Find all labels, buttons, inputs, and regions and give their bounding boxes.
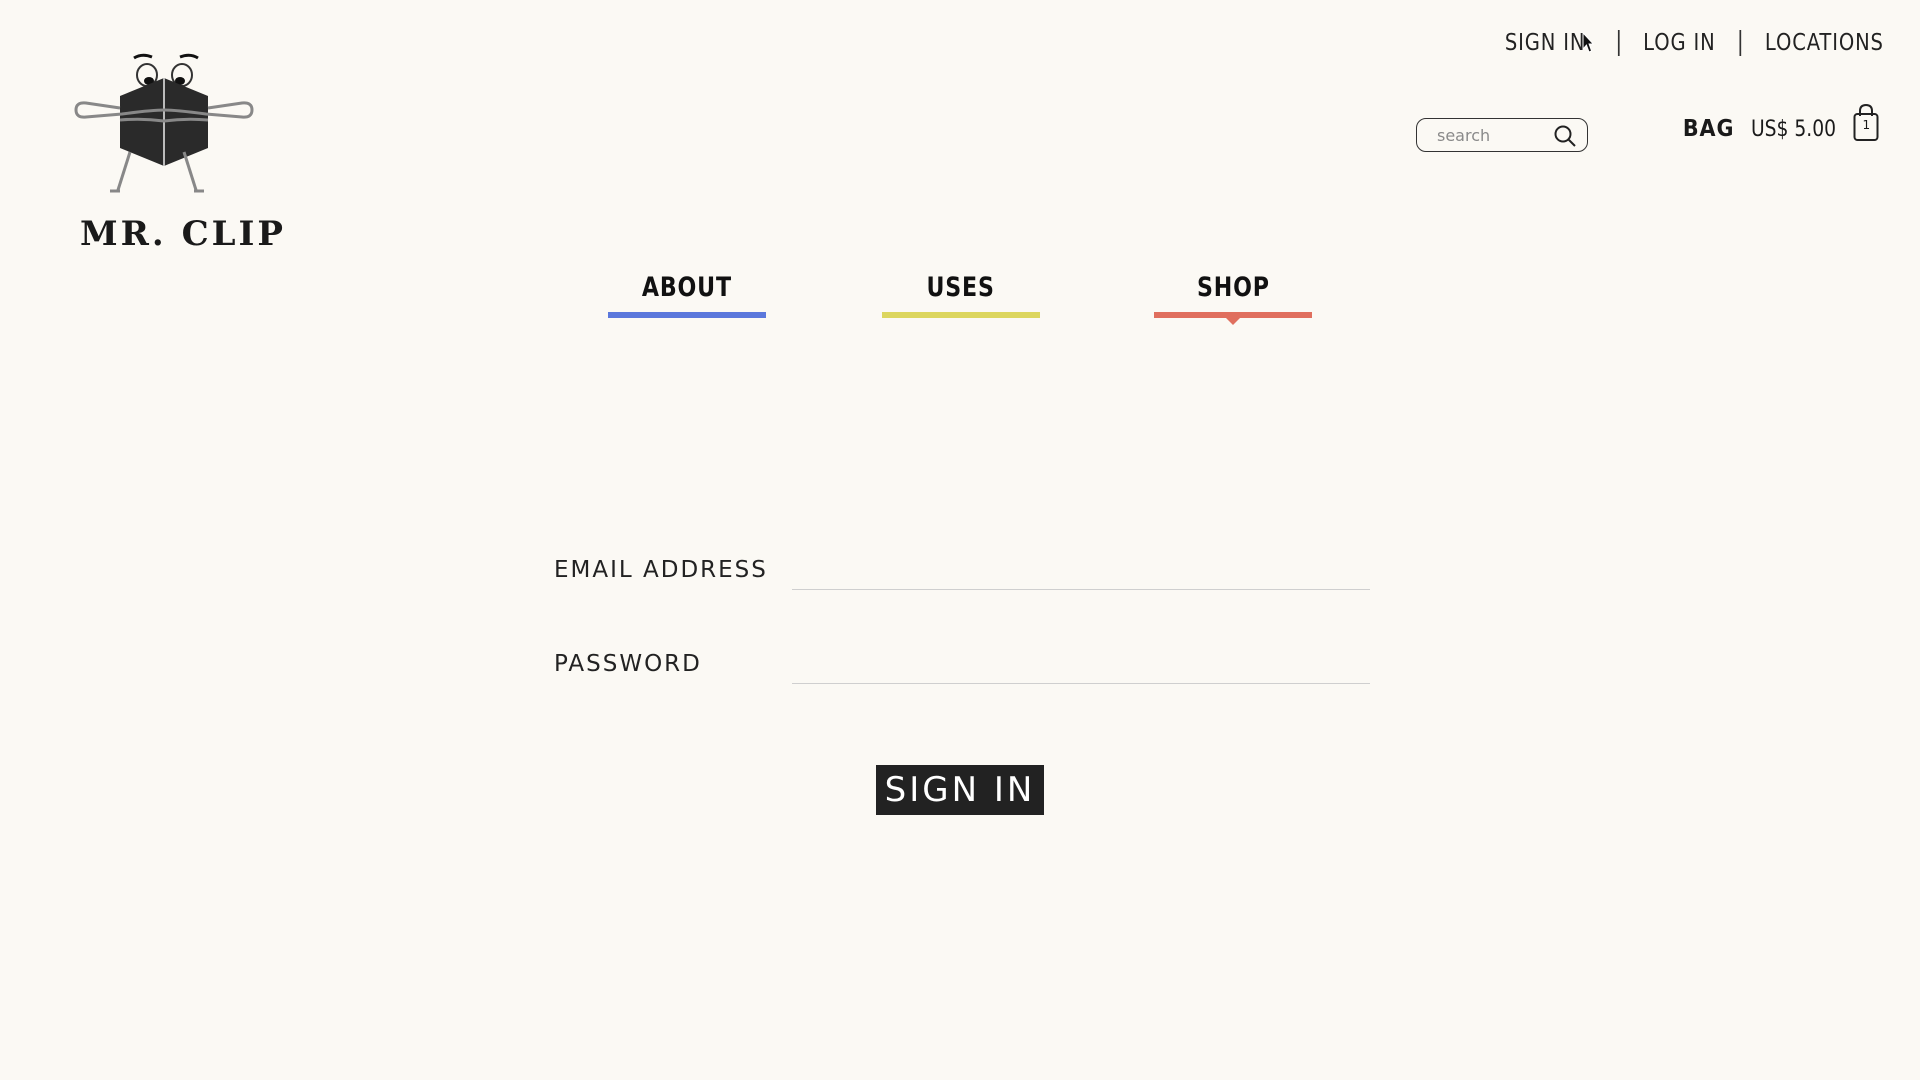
brand-logo[interactable]: MR. CLIP [72, 48, 283, 258]
password-label: PASSWORD [554, 651, 702, 677]
email-row: EMAIL ADDRESS [554, 553, 1370, 593]
shopping-bag-icon[interactable]: 1 [1853, 103, 1879, 142]
search-box [1416, 118, 1588, 152]
top-link-locations[interactable]: LOCATIONS [1765, 30, 1884, 56]
top-link-log-in[interactable]: LOG IN [1643, 30, 1715, 56]
nav-shop-label: SHOP [1196, 272, 1270, 303]
nav-about[interactable]: ABOUT [608, 272, 766, 318]
nav-about-underline [608, 312, 766, 318]
bag-label: BAG [1682, 116, 1735, 142]
email-field[interactable] [792, 553, 1370, 590]
top-links: SIGN IN LOG IN LOCATIONS [1505, 30, 1884, 56]
divider [1617, 30, 1620, 56]
password-field[interactable] [792, 647, 1370, 684]
mr-clip-mascot-icon [74, 53, 254, 193]
sign-in-button[interactable]: SIGN IN [876, 765, 1044, 815]
bag-total: US$ 5.00 [1751, 116, 1837, 142]
search-icon[interactable] [1553, 124, 1577, 153]
main-nav: ABOUT USES SHOP [0, 272, 1920, 332]
mouse-cursor-icon [1582, 31, 1595, 54]
nav-uses-underline [882, 312, 1040, 318]
nav-about-label: ABOUT [641, 272, 733, 303]
bag-summary[interactable]: BAG US$ 5.00 1 [1680, 103, 1879, 142]
top-link-sign-in[interactable]: SIGN IN [1505, 30, 1586, 56]
active-caret-icon [1224, 316, 1242, 325]
nav-uses[interactable]: USES [882, 272, 1040, 318]
password-row: PASSWORD [554, 647, 1370, 687]
bag-count: 1 [1862, 118, 1871, 132]
nav-shop[interactable]: SHOP [1154, 272, 1312, 325]
divider [1739, 30, 1742, 56]
brand-name: MR. CLIP [80, 214, 287, 254]
search-input[interactable] [1435, 124, 1559, 146]
page: MR. CLIP SIGN IN LOG IN LOCATIONS BAG US… [0, 0, 1920, 1080]
nav-uses-label: USES [926, 272, 996, 303]
email-label: EMAIL ADDRESS [554, 557, 768, 583]
